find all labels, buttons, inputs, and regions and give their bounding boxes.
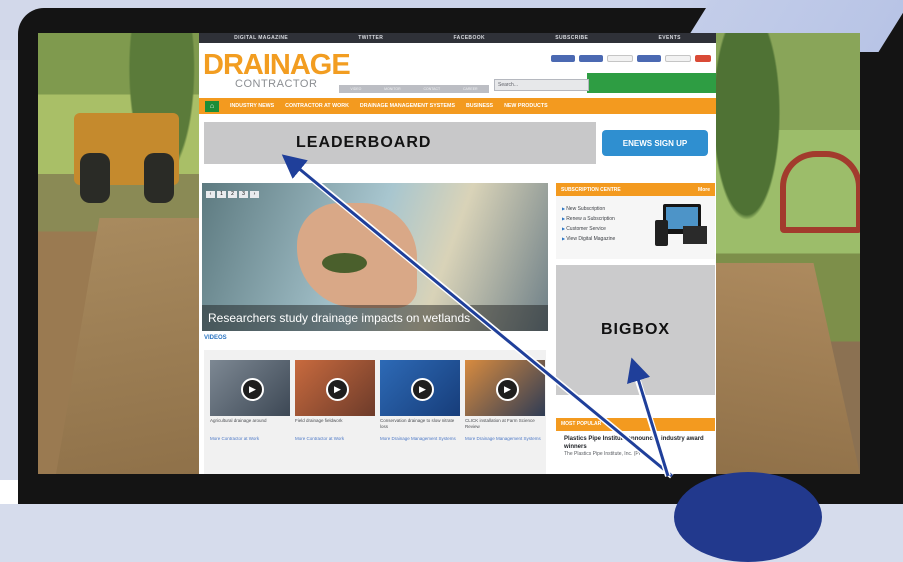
- secondary-nav-item[interactable]: VIDEO: [350, 87, 361, 91]
- phone-icon: [655, 220, 668, 246]
- top-nav-item[interactable]: TWITTER: [358, 35, 383, 41]
- video-more-link[interactable]: More Contractor at Work: [295, 436, 373, 441]
- laptop-icon: [683, 226, 707, 244]
- bigbox-ad[interactable]: BIGBOX: [556, 265, 715, 395]
- video-more-link[interactable]: More Drainage Management Systems: [465, 436, 543, 441]
- slider-pager[interactable]: ‹ 1 2 3 ›: [206, 191, 259, 198]
- video-thumbnail[interactable]: ▶: [210, 360, 290, 416]
- linkedin-share-button[interactable]: [637, 55, 661, 62]
- subscription-link[interactable]: View Digital Magazine: [562, 234, 615, 244]
- header-accent-bar: [587, 73, 716, 93]
- excavator-image: [780, 151, 860, 233]
- sidebar: SUBSCRIPTION CENTRE More New Subscriptio…: [556, 183, 715, 474]
- videos-heading: VIDEOS: [204, 335, 227, 341]
- secondary-nav-item[interactable]: CONTACT: [423, 87, 440, 91]
- slider-next-icon[interactable]: ›: [250, 191, 259, 198]
- hero-caption[interactable]: Researchers study drainage impacts on we…: [202, 305, 548, 331]
- tractor-image: [74, 113, 179, 203]
- video-thumbnail[interactable]: ▶: [380, 360, 460, 416]
- main-nav-item[interactable]: DRAINAGE MANAGEMENT SYSTEMS: [360, 103, 455, 109]
- slider-dot[interactable]: 1: [217, 191, 226, 198]
- device-screen: DIGITAL MAGAZINE TWITTER FACEBOOK SUBSCR…: [38, 33, 860, 474]
- follower-count-badge: [607, 55, 633, 62]
- subscription-more-link[interactable]: More: [698, 187, 710, 193]
- secondary-nav: VIDEO MONITOR CONTACT CAREER: [339, 85, 489, 93]
- slider-dot[interactable]: 3: [239, 191, 248, 198]
- top-nav-item[interactable]: EVENTS: [658, 35, 680, 41]
- play-icon[interactable]: ▶: [496, 378, 519, 401]
- twitter-follow-button[interactable]: [579, 55, 603, 62]
- subscription-title: SUBSCRIPTION CENTRE: [561, 186, 621, 193]
- subscription-panel: New Subscription Renew a Subscription Cu…: [556, 196, 715, 259]
- secondary-nav-item[interactable]: MONITOR: [384, 87, 400, 91]
- most-popular-headline[interactable]: Plastics Pipe Institute announces indust…: [564, 435, 704, 451]
- frog-image: [322, 253, 367, 273]
- secondary-nav-item[interactable]: CAREER: [463, 87, 478, 91]
- subscription-link[interactable]: Customer Service: [562, 224, 615, 234]
- enews-signup-button[interactable]: ENEWS SIGN UP: [602, 130, 708, 156]
- play-icon[interactable]: ▶: [241, 378, 264, 401]
- video-caption: Agricultural drainage around: [210, 418, 267, 423]
- search-input[interactable]: Search...: [494, 79, 589, 91]
- wheel-icon: [80, 153, 110, 203]
- top-nav-item[interactable]: DIGITAL MAGAZINE: [234, 35, 288, 41]
- slider-dot[interactable]: 2: [228, 191, 237, 198]
- slider-prev-icon[interactable]: ‹: [206, 191, 215, 198]
- google-plus-button[interactable]: [695, 55, 711, 62]
- social-buttons: [551, 55, 711, 62]
- main-nav-item[interactable]: CONTRACTOR AT WORK: [285, 103, 349, 109]
- main-nav: ⌂ INDUSTRY NEWS CONTRACTOR AT WORK DRAIN…: [199, 98, 716, 114]
- play-icon[interactable]: ▶: [326, 378, 349, 401]
- video-caption: CLICK installation at Farm Science Revie…: [465, 418, 535, 429]
- most-popular-snippet: The Plastics Pipe Institute, Inc. (PPI): [564, 451, 646, 457]
- subscription-link[interactable]: New Subscription: [562, 204, 615, 214]
- video-caption: Field drainage fieldwork: [295, 418, 343, 423]
- subscription-list: New Subscription Renew a Subscription Cu…: [558, 204, 615, 244]
- video-thumbnail[interactable]: ▶: [295, 360, 375, 416]
- ad-row: LEADERBOARD ENEWS SIGN UP: [199, 114, 716, 182]
- subscription-header: SUBSCRIPTION CENTRE More: [556, 183, 715, 196]
- play-icon[interactable]: ▶: [411, 378, 434, 401]
- home-icon[interactable]: ⌂: [205, 100, 219, 112]
- most-popular-header: MOST POPULAR: [556, 418, 715, 431]
- wheel-icon: [144, 153, 174, 203]
- share-count-badge: [665, 55, 691, 62]
- brand-header: DRAINAGE CONTRACTOR VIDEO MONITOR CONTAC…: [199, 43, 716, 98]
- top-nav-item[interactable]: FACEBOOK: [454, 35, 486, 41]
- facebook-like-button[interactable]: [551, 55, 575, 62]
- video-caption: Conservation drainage to slow nitrate lo…: [380, 418, 455, 429]
- site-logo[interactable]: DRAINAGE: [203, 51, 351, 80]
- callout-circle: [674, 472, 822, 562]
- main-nav-item[interactable]: BUSINESS: [466, 103, 493, 109]
- devices-image: [655, 202, 707, 250]
- hero-slider[interactable]: ‹ 1 2 3 › Researchers study drainage imp…: [202, 183, 548, 331]
- video-more-link[interactable]: More Drainage Management Systems: [380, 436, 458, 441]
- leaderboard-ad[interactable]: LEADERBOARD: [204, 122, 596, 164]
- subscription-link[interactable]: Renew a Subscription: [562, 214, 615, 224]
- video-thumbnail[interactable]: ▶: [465, 360, 545, 416]
- video-strip: ▶ Agricultural drainage around More Cont…: [204, 350, 546, 474]
- top-nav: DIGITAL MAGAZINE TWITTER FACEBOOK SUBSCR…: [199, 33, 716, 43]
- main-nav-item[interactable]: INDUSTRY NEWS: [230, 103, 274, 109]
- top-nav-item[interactable]: SUBSCRIBE: [555, 35, 588, 41]
- video-more-link[interactable]: More Contractor at Work: [210, 436, 288, 441]
- site-logo-subtitle: CONTRACTOR: [235, 78, 318, 90]
- website-mockup: DIGITAL MAGAZINE TWITTER FACEBOOK SUBSCR…: [199, 33, 716, 474]
- main-nav-item[interactable]: NEW PRODUCTS: [504, 103, 548, 109]
